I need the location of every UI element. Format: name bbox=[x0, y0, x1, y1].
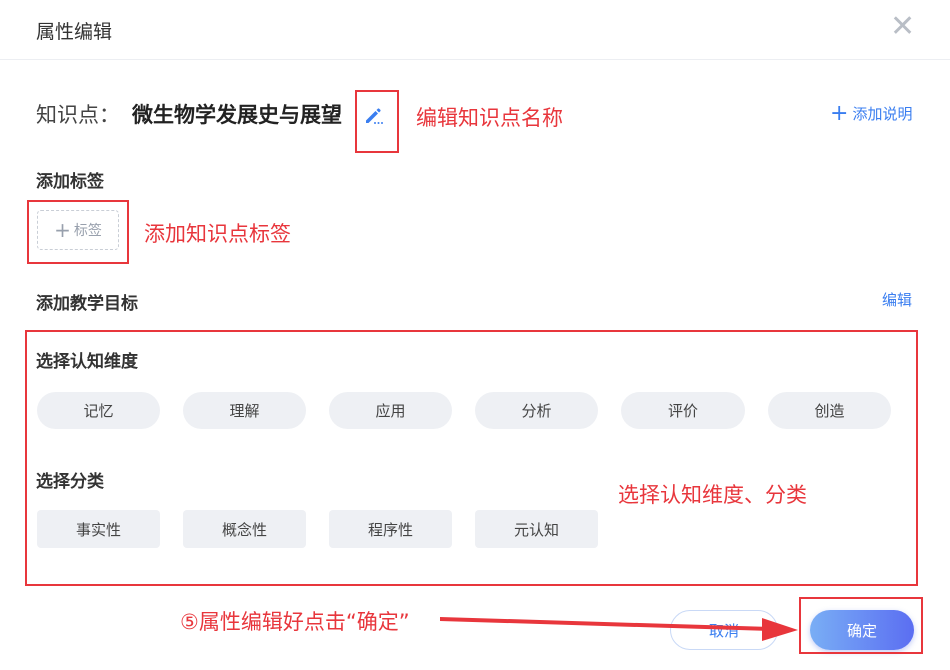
cognitive-option-remember[interactable]: 记忆 bbox=[37, 392, 160, 429]
add-tag-label: 标签 bbox=[73, 223, 102, 239]
plus-icon: + bbox=[830, 100, 849, 126]
pencil-icon[interactable] bbox=[362, 103, 386, 127]
cognitive-option-analyze[interactable]: 分析 bbox=[475, 392, 598, 429]
dialog-title: 属性编辑 bbox=[36, 21, 113, 43]
add-description-label: 添加说明 bbox=[852, 105, 913, 123]
cognitive-dimension-heading: 选择认知维度 bbox=[36, 352, 138, 372]
cancel-button[interactable]: 取消 bbox=[670, 610, 778, 650]
cognitive-option-understand[interactable]: 理解 bbox=[183, 392, 306, 429]
add-tag-annotation: 添加知识点标签 bbox=[144, 222, 291, 246]
add-description-link[interactable]: + 添加说明 bbox=[830, 100, 913, 126]
confirm-step-annotation: ⑤属性编辑好点击“确定” bbox=[180, 610, 410, 634]
category-option-factual[interactable]: 事实性 bbox=[37, 510, 160, 548]
knowledge-point-name: 微生物学发展史与展望 bbox=[132, 103, 342, 127]
cognitive-option-evaluate[interactable]: 评价 bbox=[621, 392, 745, 429]
cognitive-option-apply[interactable]: 应用 bbox=[329, 392, 452, 429]
confirm-button[interactable]: 确定 bbox=[810, 610, 914, 650]
attribute-edit-dialog: 属性编辑 ✕ 知识点： 微生物学发展史与展望 + 添加说明 添加标签 + 标签 … bbox=[0, 0, 950, 670]
add-tag-button[interactable]: + 标签 bbox=[37, 210, 119, 250]
add-tags-heading: 添加标签 bbox=[36, 172, 104, 192]
category-option-metacognitive[interactable]: 元认知 bbox=[475, 510, 598, 548]
knowledge-point-label: 知识点： bbox=[36, 103, 120, 127]
dialog-header: 属性编辑 ✕ bbox=[0, 0, 950, 60]
knowledge-point-row: 知识点： 微生物学发展史与展望 bbox=[36, 98, 342, 130]
teaching-objectives-heading: 添加教学目标 bbox=[36, 294, 138, 314]
plus-icon: + bbox=[54, 218, 71, 242]
edit-name-annotation: 编辑知识点名称 bbox=[416, 106, 563, 130]
category-option-conceptual[interactable]: 概念性 bbox=[183, 510, 306, 548]
close-icon[interactable]: ✕ bbox=[890, 12, 915, 42]
category-heading: 选择分类 bbox=[36, 472, 104, 492]
select-dimension-annotation: 选择认知维度、分类 bbox=[618, 483, 807, 507]
cognitive-option-create[interactable]: 创造 bbox=[768, 392, 891, 429]
category-option-procedural[interactable]: 程序性 bbox=[329, 510, 452, 548]
edit-objectives-link[interactable]: 编辑 bbox=[882, 289, 912, 310]
